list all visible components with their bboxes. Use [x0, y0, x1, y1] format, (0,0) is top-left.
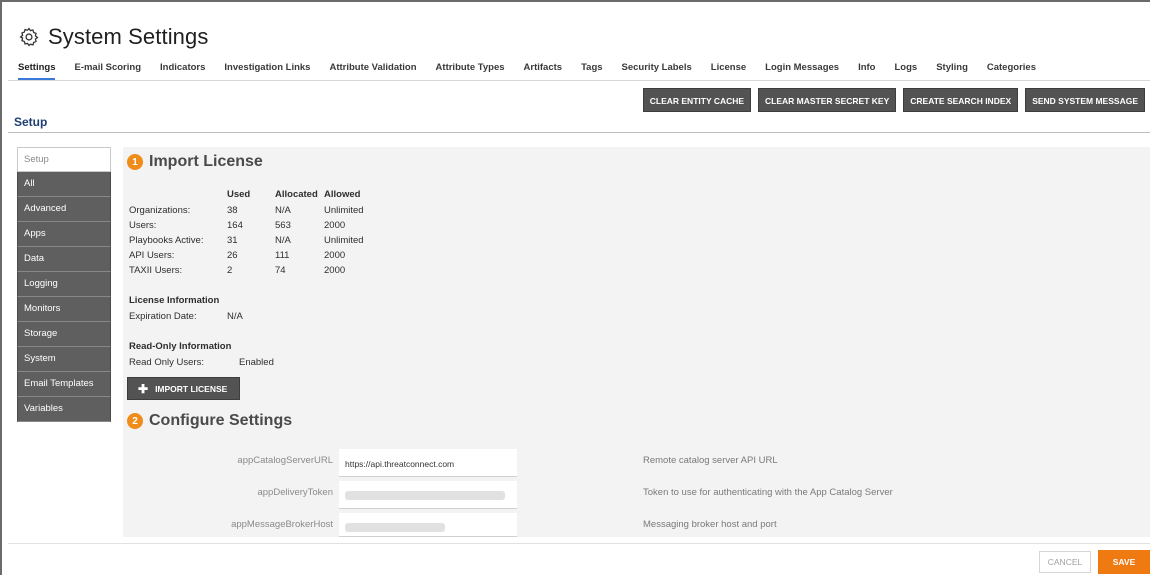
- page-title: System Settings: [18, 20, 208, 54]
- license-row-label: Playbooks Active:: [129, 235, 204, 246]
- license-row-allocated: N/A: [275, 235, 291, 246]
- license-row-used: 38: [227, 205, 238, 216]
- page-title-text: System Settings: [48, 24, 209, 49]
- license-row-used: 164: [227, 220, 243, 231]
- tab-security-labels[interactable]: Security Labels: [622, 58, 692, 80]
- license-row-allowed: 2000: [324, 265, 346, 276]
- sidebar-item-variables[interactable]: Variables: [17, 397, 111, 422]
- expiration-date-label: Expiration Date:: [129, 311, 197, 322]
- setting-description: Remote catalog server API URL: [643, 455, 778, 466]
- tab-investigation-links[interactable]: Investigation Links: [224, 58, 310, 80]
- sidebar-item-monitors[interactable]: Monitors: [17, 297, 111, 322]
- sidebar-item-apps[interactable]: Apps: [17, 222, 111, 247]
- settings-sidebar: Setup All Advanced Apps Data Logging Mon…: [17, 147, 111, 422]
- sidebar-item-all[interactable]: All: [17, 172, 111, 197]
- section-heading: Setup: [14, 115, 48, 129]
- tab-info[interactable]: Info: [858, 58, 875, 80]
- col-header-allocated: Allocated: [275, 189, 318, 200]
- app-delivery-token-input[interactable]: [339, 481, 517, 509]
- license-row-label: API Users:: [129, 250, 175, 261]
- license-row-allowed: Unlimited: [324, 235, 364, 246]
- tab-indicators[interactable]: Indicators: [160, 58, 205, 80]
- action-toolbar: CLEAR ENTITY CACHE CLEAR MASTER SECRET K…: [636, 88, 1145, 112]
- col-header-used: Used: [227, 189, 251, 200]
- import-license-title: Import License: [149, 153, 263, 170]
- clear-entity-cache-button[interactable]: CLEAR ENTITY CACHE: [642, 88, 752, 112]
- license-row-allowed: 2000: [324, 220, 346, 231]
- col-header-allowed: Allowed: [324, 189, 361, 200]
- main-panel: 1 Import License Used Allocated Allowed …: [123, 147, 1150, 537]
- tab-artifacts[interactable]: Artifacts: [524, 58, 563, 80]
- readonly-users-label: Read Only Users:: [129, 357, 204, 368]
- app-message-broker-host-input[interactable]: [339, 513, 517, 537]
- sidebar-item-system[interactable]: System: [17, 347, 111, 372]
- tab-attribute-validation[interactable]: Attribute Validation: [329, 58, 416, 80]
- setting-name-app-message-broker-host: appMessageBrokerHost: [231, 519, 333, 530]
- app-catalog-server-url-input[interactable]: https://api.threatconnect.com: [339, 449, 517, 477]
- sidebar-item-advanced[interactable]: Advanced: [17, 197, 111, 222]
- tab-divider: [8, 80, 1150, 81]
- cancel-button[interactable]: CANCEL: [1039, 551, 1091, 573]
- license-row-allocated: 563: [275, 220, 291, 231]
- sidebar-item-storage[interactable]: Storage: [17, 322, 111, 347]
- license-info-heading: License Information: [129, 295, 220, 306]
- configure-settings-title: Configure Settings: [149, 412, 293, 429]
- tab-categories[interactable]: Categories: [987, 58, 1036, 80]
- sidebar-item-email-templates[interactable]: Email Templates: [17, 372, 111, 397]
- setting-name-app-delivery-token: appDeliveryToken: [257, 487, 333, 498]
- import-license-button-label: IMPORT LICENSE: [155, 383, 228, 394]
- footer-divider: [8, 543, 1150, 544]
- license-row-allocated: 111: [275, 250, 290, 261]
- step-badge: 1: [127, 154, 143, 170]
- setting-description: Messaging broker host and port: [643, 519, 777, 530]
- section-divider: [8, 132, 1150, 133]
- license-row-allowed: 2000: [324, 250, 346, 261]
- sidebar-item-data[interactable]: Data: [17, 247, 111, 272]
- tab-email-scoring[interactable]: E-mail Scoring: [74, 58, 141, 80]
- send-system-message-button[interactable]: SEND SYSTEM MESSAGE: [1025, 88, 1145, 112]
- import-license-heading: 1 Import License: [127, 153, 263, 171]
- redacted-value: [345, 491, 505, 500]
- tab-license[interactable]: License: [711, 58, 746, 80]
- plus-icon: ✚: [138, 381, 149, 396]
- step-badge: 2: [127, 413, 143, 429]
- readonly-users-value: Enabled: [239, 357, 274, 368]
- gear-icon: [19, 27, 39, 47]
- save-button[interactable]: SAVE: [1098, 550, 1150, 574]
- setting-description: Token to use for authenticating with the…: [643, 487, 893, 498]
- tab-attribute-types[interactable]: Attribute Types: [436, 58, 505, 80]
- tab-tags[interactable]: Tags: [581, 58, 602, 80]
- license-row-used: 2: [227, 265, 233, 276]
- license-row-label: TAXII Users:: [129, 265, 183, 276]
- setting-name-app-catalog-server-url: appCatalogServerURL: [237, 455, 333, 466]
- license-row-label: Users:: [129, 220, 157, 231]
- create-search-index-button[interactable]: CREATE SEARCH INDEX: [903, 88, 1019, 112]
- tab-bar: Settings E-mail Scoring Indicators Inves…: [18, 58, 1055, 82]
- tab-logs[interactable]: Logs: [895, 58, 918, 80]
- redacted-value: [345, 523, 445, 532]
- license-row-allocated: 74: [275, 265, 286, 276]
- configure-settings-heading: 2 Configure Settings: [127, 412, 292, 430]
- license-row-used: 26: [227, 250, 238, 261]
- import-license-button[interactable]: ✚ IMPORT LICENSE: [127, 377, 240, 400]
- clear-master-secret-key-button[interactable]: CLEAR MASTER SECRET KEY: [758, 88, 897, 112]
- readonly-info-heading: Read-Only Information: [129, 341, 232, 352]
- expiration-date-value: N/A: [227, 311, 243, 322]
- tab-settings[interactable]: Settings: [18, 58, 56, 80]
- license-row-used: 31: [227, 235, 238, 246]
- license-row-allowed: Unlimited: [324, 205, 364, 216]
- tab-styling[interactable]: Styling: [936, 58, 968, 80]
- license-row-allocated: N/A: [275, 205, 291, 216]
- tab-login-messages[interactable]: Login Messages: [765, 58, 839, 80]
- license-row-label: Organizations:: [129, 205, 191, 216]
- sidebar-item-logging[interactable]: Logging: [17, 272, 111, 297]
- sidebar-item-setup[interactable]: Setup: [17, 147, 111, 172]
